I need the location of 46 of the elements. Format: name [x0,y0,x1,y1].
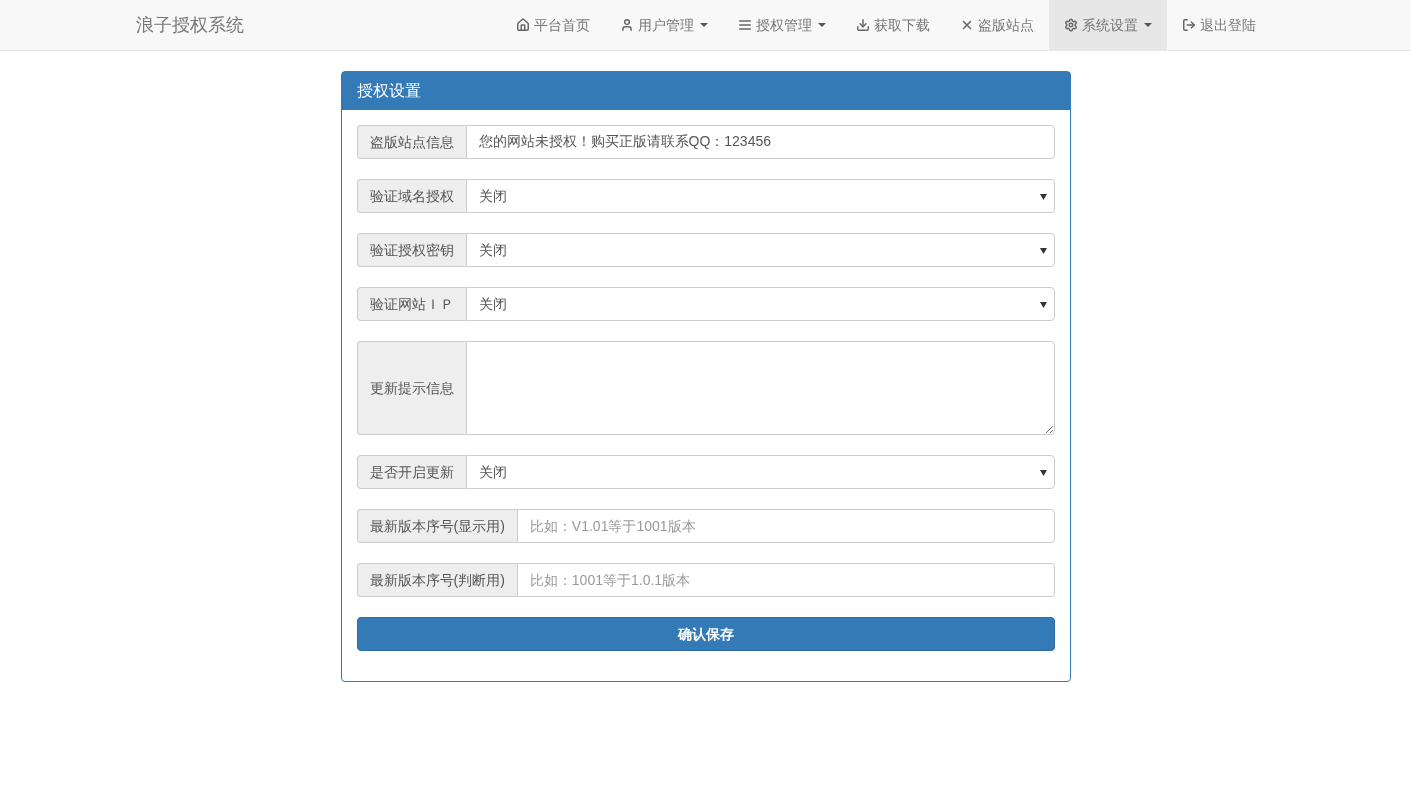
select-field[interactable]: 关闭 [465,233,1055,267]
nav-label: 系统设置 [1081,15,1138,35]
dropdown-arrow-icon [1039,248,1047,254]
save-button[interactable]: 确认保存 [356,617,1055,651]
home-icon [515,18,530,32]
field-label: 最新版本序号(显示用) [356,509,517,543]
nav-label: 获取下载 [873,15,930,35]
select-field[interactable]: 关闭 [465,179,1055,213]
text-area[interactable] [465,341,1055,435]
nav-link[interactable]: 盗版站点 [944,0,1049,50]
dropdown-arrow-icon [1039,302,1047,308]
panel-title: 授权设置 [341,72,1070,110]
nav-label: 平台首页 [533,15,590,35]
text-field[interactable]: 比如：V1.01等于1001版本 [516,509,1055,543]
settings-icon [1063,18,1078,32]
field-label: 盗版站点信息 [356,125,466,159]
logout-icon [1181,18,1196,32]
caret-icon [817,23,826,27]
text-field[interactable]: 您的网站未授权！购买正版请联系QQ：123456 [465,125,1055,159]
user-icon [619,18,634,32]
text-field[interactable]: 比如：1001等于1.0.1版本 [516,563,1055,597]
download-icon [855,18,870,32]
field-label: 验证域名授权 [356,179,466,213]
field-label: 更新提示信息 [356,341,466,435]
nav-link[interactable]: 退出登陆 [1166,0,1271,50]
dropdown-arrow-icon [1039,470,1047,476]
field-label: 验证授权密钥 [356,233,466,267]
caret-icon [1143,23,1152,27]
field-label: 最新版本序号(判断用) [356,563,517,597]
nav-link[interactable]: 系统设置 [1048,0,1167,50]
list-icon [737,18,752,32]
nav-label: 用户管理 [637,15,694,35]
field-label: 是否开启更新 [356,455,466,489]
nav-link[interactable]: 用户管理 [604,0,723,50]
dropdown-arrow-icon [1039,194,1047,200]
select-field[interactable]: 关闭 [465,287,1055,321]
field-label: 验证网站ＩＰ [356,287,466,321]
nav-link[interactable]: 获取下载 [840,0,945,50]
caret-icon [699,23,708,27]
nav-link[interactable]: 平台首页 [500,0,605,50]
nav-label: 盗版站点 [977,15,1034,35]
select-field[interactable]: 关闭 [465,455,1055,489]
nav-link[interactable]: 授权管理 [722,0,841,50]
nav-label: 退出登陆 [1199,15,1256,35]
nav-label: 授权管理 [755,15,812,35]
brand-title: 浪子授权系统 [135,13,244,37]
